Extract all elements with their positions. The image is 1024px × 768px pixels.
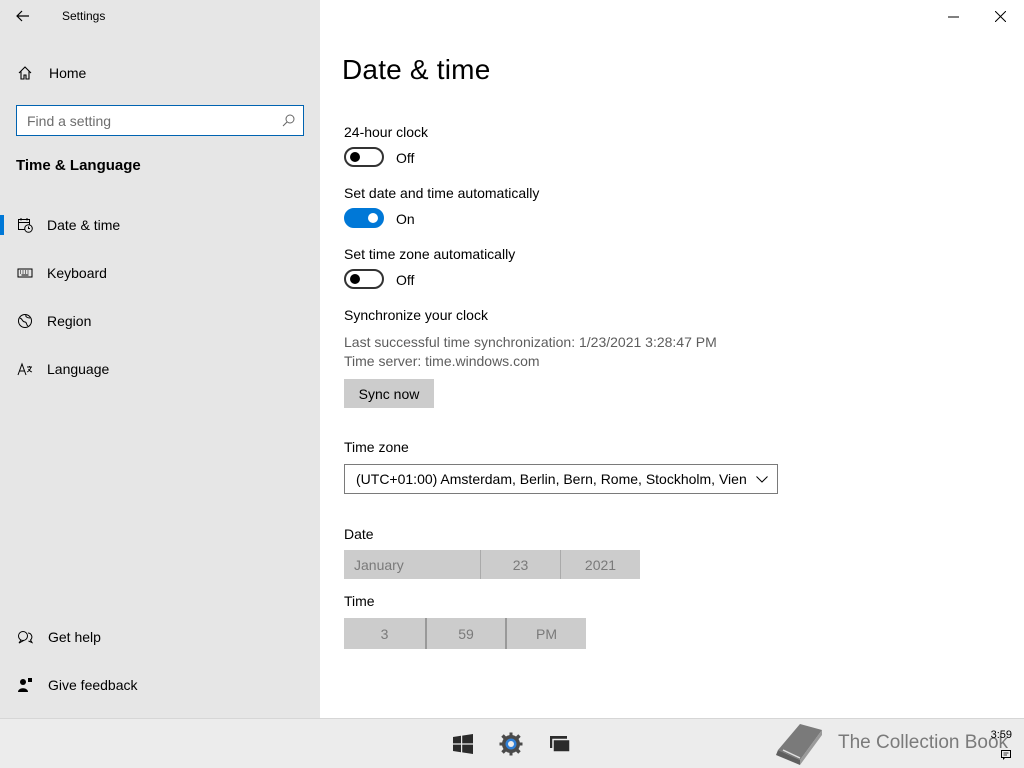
toggle-knob [350,152,360,162]
toggle-knob [350,274,360,284]
date-month: January [354,556,404,573]
sidebar-item-label: Keyboard [47,265,107,281]
sidebar: Settings Home Time & Language Date & tim… [0,0,320,720]
watermark-text: The Collection Book [838,732,1009,753]
sidebar-item-home[interactable]: Home [0,56,320,90]
app-title: Settings [62,9,106,23]
search-icon[interactable] [281,114,295,128]
date-label: Date [344,526,374,542]
close-icon [994,10,1006,22]
clock24-state: Off [396,150,415,166]
home-icon [17,65,35,81]
last-sync-text: Last successful time synchronization: 1/… [344,334,717,350]
time-minute: 59 [425,618,505,649]
calendar-clock-icon [17,217,33,233]
task-view-button[interactable] [547,731,573,757]
time-hour: 3 [380,625,389,642]
feedback-person-icon [17,677,33,693]
timezone-dropdown[interactable]: (UTC+01:00) Amsterdam, Berlin, Bern, Rom… [344,464,778,494]
gear-icon [499,732,523,756]
title-bar: Settings [0,0,320,32]
give-feedback-link[interactable]: Give feedback [0,667,320,703]
close-button[interactable] [977,0,1023,32]
clock24-toggle[interactable] [344,147,384,167]
book-logo-icon [776,724,822,765]
back-button[interactable] [0,0,46,32]
minimize-icon [947,16,959,17]
auto-time-toggle[interactable] [344,208,384,228]
date-picker: January 23 2021 [344,550,640,579]
toggle-knob [368,213,378,223]
sidebar-item-label: Date & time [47,217,121,233]
minimize-button[interactable] [930,0,976,32]
sidebar-item-label: Language [47,361,110,377]
notification-icon[interactable] [1000,749,1012,761]
search-box[interactable] [16,105,304,136]
settings-taskbar-button[interactable] [498,731,524,757]
auto-zone-label: Set time zone automatically [344,246,516,262]
sidebar-item-date-time[interactable]: Date & time [0,205,320,245]
search-input[interactable] [27,112,281,129]
timezone-label: Time zone [344,439,409,455]
time-label: Time [344,593,375,609]
chevron-down-icon [747,475,777,483]
language-icon [17,361,33,377]
back-arrow-icon [16,10,29,22]
auto-time-state: On [396,211,415,227]
sidebar-item-region[interactable]: Region [0,301,320,341]
clock24-label: 24-hour clock [344,124,429,140]
auto-time-label: Set date and time automatically [344,185,540,201]
auto-zone-toggle[interactable] [344,269,384,289]
date-year: 2021 [560,550,640,579]
home-label: Home [49,65,87,81]
sidebar-item-language[interactable]: Language [0,349,320,389]
task-view-icon [550,736,571,753]
sync-heading: Synchronize your clock [344,307,488,323]
timezone-value: (UTC+01:00) Amsterdam, Berlin, Bern, Rom… [356,471,747,487]
section-title: Time & Language [16,157,141,174]
date-day: 23 [480,550,560,579]
sidebar-item-keyboard[interactable]: Keyboard [0,253,320,293]
start-button[interactable] [450,731,476,757]
sidebar-item-label: Region [47,313,92,329]
keyboard-icon [17,265,33,281]
get-help-label: Get help [48,629,101,645]
page-title: Date & time [342,54,491,85]
give-feedback-label: Give feedback [48,677,138,693]
selection-indicator [0,215,4,235]
time-ampm: PM [505,618,586,649]
time-server-text: Time server: time.windows.com [344,353,540,369]
taskbar-clock[interactable]: 3:59 [991,729,1012,741]
taskbar: The Collection Book 3:59 [0,718,1024,768]
time-picker: 3 59 PM [344,618,586,649]
help-chat-icon [17,629,33,645]
watermark: The Collection Book [772,719,1008,767]
get-help-link[interactable]: Get help [0,619,320,655]
sync-now-button[interactable]: Sync now [344,379,434,408]
windows-logo-icon [453,734,473,754]
globe-icon [17,313,33,329]
auto-zone-state: Off [396,272,415,288]
